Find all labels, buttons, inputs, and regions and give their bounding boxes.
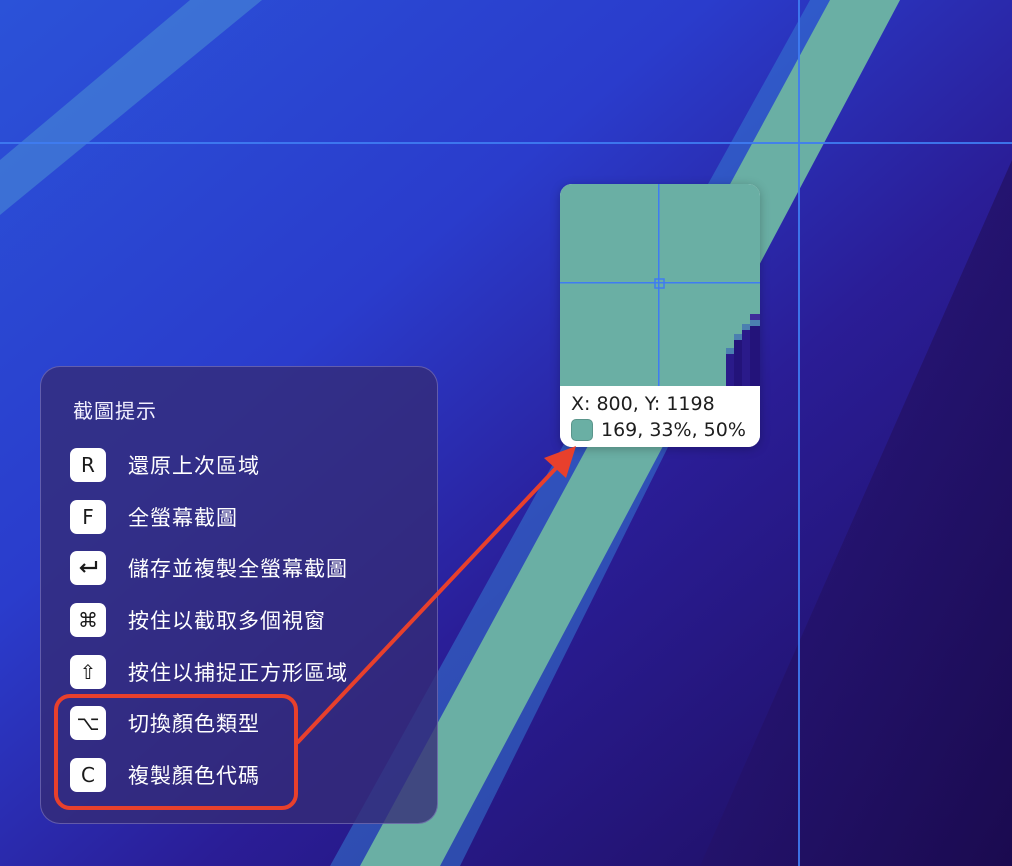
command-key-icon: ⌘ xyxy=(70,603,106,637)
hint-label: 全螢幕截圖 xyxy=(128,506,238,530)
shift-key-icon: ⇧ xyxy=(70,655,106,689)
hint-capture-square-area: ⇧ 按住以捕捉正方形區域 xyxy=(70,653,348,691)
hints-panel-title: 截圖提示 xyxy=(73,399,157,423)
crosshair-guide-vertical xyxy=(798,0,800,866)
key-f: F xyxy=(70,500,106,534)
hint-label: 還原上次區域 xyxy=(128,454,260,478)
crosshair-guide-horizontal xyxy=(0,142,1012,144)
hint-label: 按住以捕捉正方形區域 xyxy=(128,661,348,685)
hint-fullscreen-capture: F 全螢幕截圖 xyxy=(70,498,238,536)
hint-restore-last-area: R 還原上次區域 xyxy=(70,446,260,484)
color-hsl-value: 169, 33%, 50% xyxy=(601,419,746,441)
color-value-row: 169, 33%, 50% xyxy=(571,419,746,441)
magnifier-readout: X: 800, Y: 1198 169, 33%, 50% xyxy=(560,386,760,447)
key-r: R xyxy=(70,448,106,482)
return-key-icon xyxy=(70,551,106,585)
hint-label: 儲存並複製全螢幕截圖 xyxy=(128,557,348,581)
hint-label: 按住以截取多個視窗 xyxy=(128,609,326,633)
hint-save-copy-fullscreen: 儲存並複製全螢幕截圖 xyxy=(70,549,348,587)
magnified-pixels xyxy=(560,184,760,386)
cursor-coordinates: X: 800, Y: 1198 xyxy=(571,393,715,415)
annotation-highlight-box xyxy=(54,694,298,810)
hint-capture-multiple-windows: ⌘ 按住以截取多個視窗 xyxy=(70,601,326,639)
color-swatch xyxy=(571,419,593,441)
color-picker-magnifier: X: 800, Y: 1198 169, 33%, 50% xyxy=(560,184,760,447)
